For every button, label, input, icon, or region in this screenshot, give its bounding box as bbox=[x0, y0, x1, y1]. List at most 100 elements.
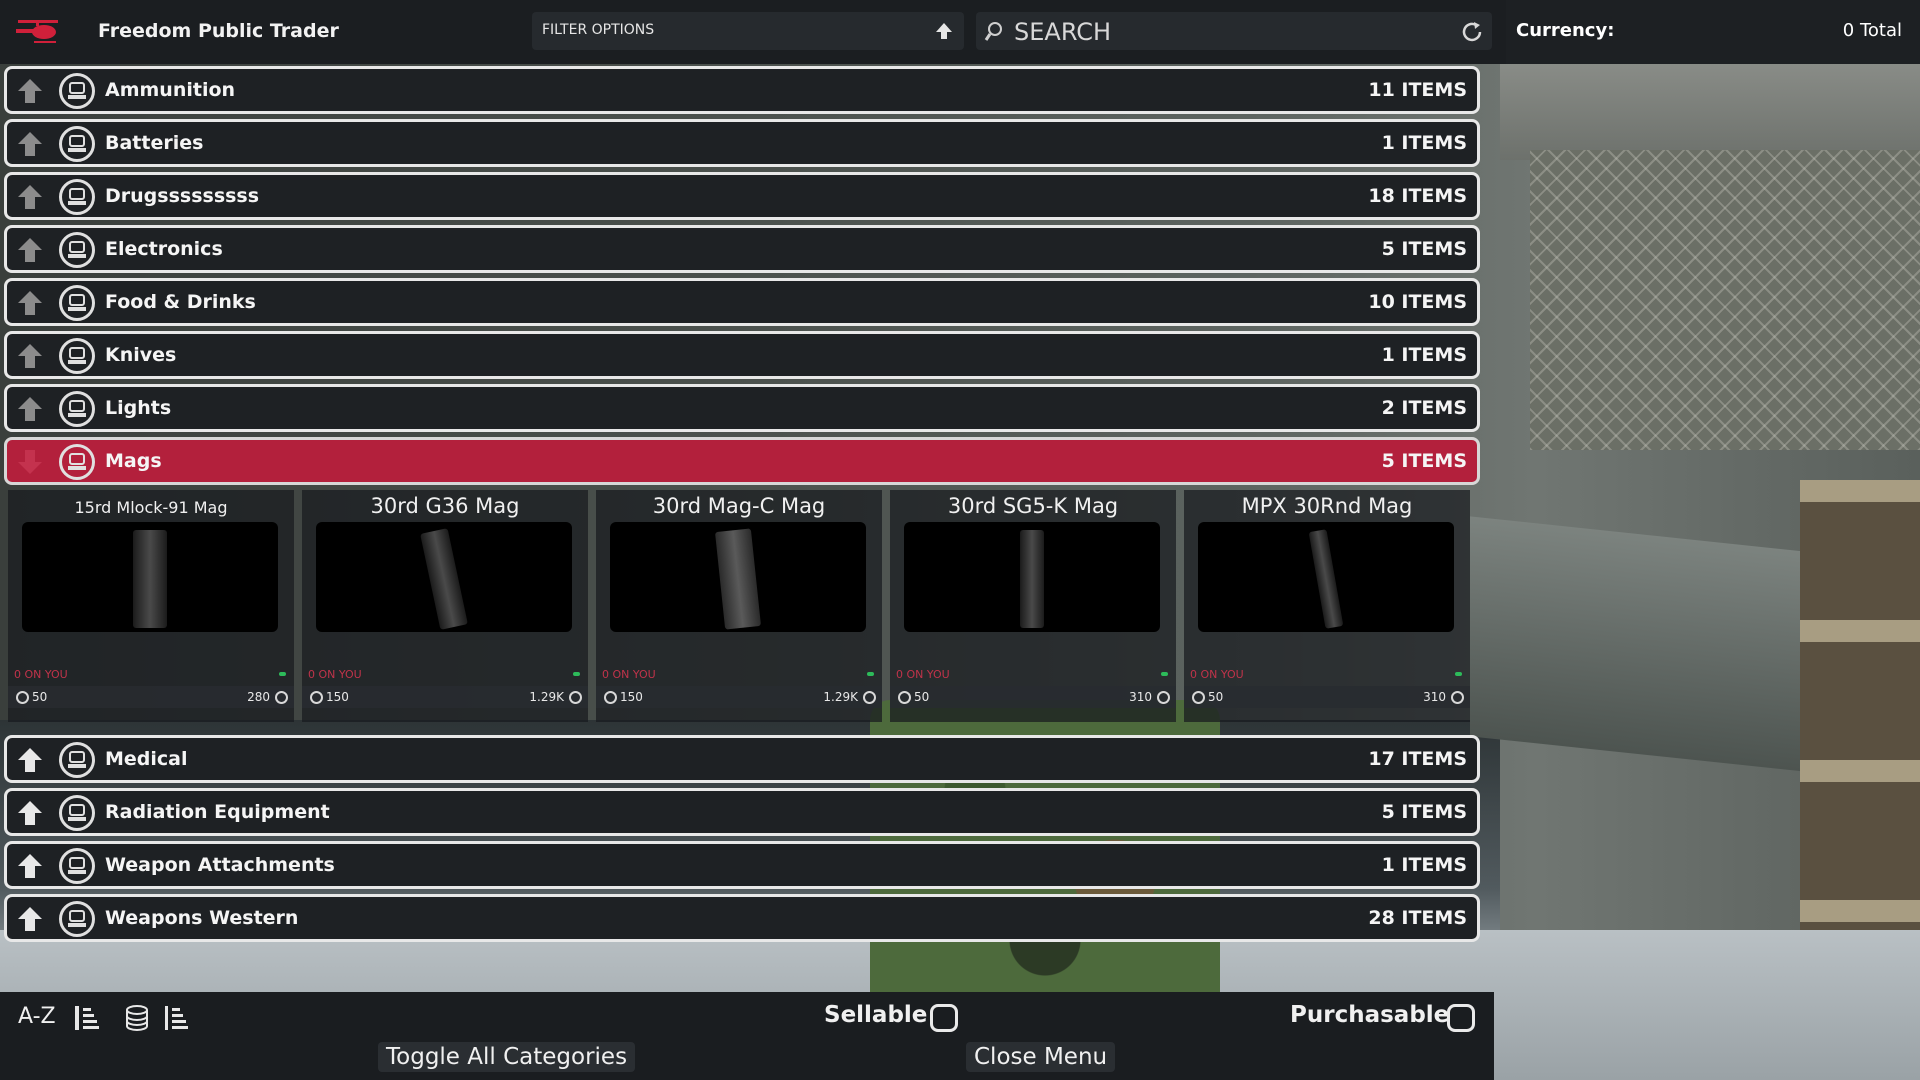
toggle-all-categories-button[interactable]: Toggle All Categories bbox=[378, 1042, 636, 1072]
arrow-down-icon[interactable] bbox=[15, 447, 45, 477]
coin-stack-icon[interactable] bbox=[124, 1004, 150, 1032]
trader-badge-icon bbox=[59, 795, 95, 831]
category-name: Weapons Western bbox=[105, 907, 299, 929]
trader-badge-icon bbox=[59, 338, 95, 374]
category-name: Drugsssssssss bbox=[105, 185, 260, 207]
sort-icon[interactable] bbox=[162, 1004, 190, 1032]
category-row-open[interactable]: Mags 5 ITEMS bbox=[4, 437, 1480, 485]
refresh-icon[interactable] bbox=[1460, 20, 1484, 44]
item-card[interactable]: 15rd Mlock-91 Mag 0 ON YOU 50 280 bbox=[8, 490, 294, 722]
item-on-you: 0 ON YOU bbox=[14, 668, 68, 681]
price-row: 50 310 bbox=[1184, 686, 1470, 708]
item-image bbox=[22, 522, 278, 632]
top-bar: Freedom Public Trader FILTER OPTIONS bbox=[0, 0, 1506, 64]
item-card[interactable]: 30rd SG5-K Mag 0 ON YOU 50 310 bbox=[890, 490, 1176, 722]
arrow-up-icon[interactable] bbox=[15, 288, 45, 318]
category-name: Radiation Equipment bbox=[105, 801, 330, 823]
arrow-up-icon[interactable] bbox=[15, 851, 45, 881]
category-count: 1 ITEMS bbox=[1381, 344, 1467, 366]
sell-price: 280 bbox=[247, 690, 270, 704]
category-name: Ammunition bbox=[105, 79, 236, 101]
category-count: 5 ITEMS bbox=[1381, 238, 1467, 260]
stock-indicator bbox=[279, 672, 286, 676]
item-card[interactable]: MPX 30Rnd Mag 0 ON YOU 50 310 bbox=[1184, 490, 1470, 722]
item-on-you: 0 ON YOU bbox=[1190, 668, 1244, 681]
category-row[interactable]: Radiation Equipment 5 ITEMS bbox=[4, 788, 1480, 836]
category-row[interactable]: Batteries 1 ITEMS bbox=[4, 119, 1480, 167]
category-name: Weapon Attachments bbox=[105, 854, 335, 876]
item-image bbox=[1198, 522, 1454, 632]
filter-options-label: FILTER OPTIONS bbox=[542, 22, 655, 38]
category-name: Batteries bbox=[105, 132, 204, 154]
trader-badge-icon bbox=[59, 285, 95, 321]
currency-panel: Currency: 0 Total bbox=[1506, 0, 1920, 64]
item-on-you: 0 ON YOU bbox=[896, 668, 950, 681]
purchasable-checkbox[interactable] bbox=[1447, 1004, 1475, 1032]
stock-indicator bbox=[573, 672, 580, 676]
category-row[interactable]: Electronics 5 ITEMS bbox=[4, 225, 1480, 273]
buy-price: 150 bbox=[620, 690, 643, 704]
item-card[interactable]: 30rd Mag-C Mag 0 ON YOU 150 1.29K bbox=[596, 490, 882, 722]
arrow-up-icon[interactable] bbox=[15, 76, 45, 106]
arrow-up-icon[interactable] bbox=[15, 129, 45, 159]
background-wall bbox=[1500, 60, 1920, 160]
arrow-up-icon[interactable] bbox=[15, 745, 45, 775]
arrow-up-icon[interactable] bbox=[15, 182, 45, 212]
sort-az-button[interactable]: A-Z bbox=[18, 1004, 56, 1029]
category-count: 5 ITEMS bbox=[1381, 801, 1467, 823]
coin-icon bbox=[569, 691, 582, 704]
category-count: 11 ITEMS bbox=[1368, 79, 1467, 101]
category-row[interactable]: Ammunition 11 ITEMS bbox=[4, 66, 1480, 114]
item-image bbox=[904, 522, 1160, 632]
search-icon bbox=[984, 22, 1002, 41]
trader-badge-icon bbox=[59, 232, 95, 268]
coin-icon bbox=[1157, 691, 1170, 704]
arrow-up-icon[interactable] bbox=[15, 798, 45, 828]
category-name: Lights bbox=[105, 397, 172, 419]
helicopter-icon bbox=[16, 20, 58, 43]
trader-badge-icon bbox=[59, 742, 95, 778]
filter-options-dropdown[interactable]: FILTER OPTIONS bbox=[532, 12, 964, 50]
trader-badge-icon bbox=[59, 73, 95, 109]
stock-indicator bbox=[1455, 672, 1462, 676]
category-row[interactable]: Knives 1 ITEMS bbox=[4, 331, 1480, 379]
buy-price: 50 bbox=[32, 690, 48, 704]
category-name: Knives bbox=[105, 344, 177, 366]
trader-badge-icon bbox=[59, 126, 95, 162]
item-on-you: 0 ON YOU bbox=[308, 668, 362, 681]
arrow-up-icon[interactable] bbox=[15, 394, 45, 424]
category-row[interactable]: Drugsssssssss 18 ITEMS bbox=[4, 172, 1480, 220]
category-count: 28 ITEMS bbox=[1368, 907, 1467, 929]
stock-indicator bbox=[1161, 672, 1168, 676]
buy-price: 150 bbox=[326, 690, 349, 704]
coin-icon bbox=[898, 691, 911, 704]
item-image bbox=[316, 522, 572, 632]
item-name: 30rd G36 Mag bbox=[370, 494, 520, 518]
close-menu-button[interactable]: Close Menu bbox=[966, 1042, 1116, 1072]
category-name: Medical bbox=[105, 748, 188, 770]
category-row[interactable]: Food & Drinks 10 ITEMS bbox=[4, 278, 1480, 326]
coin-icon bbox=[604, 691, 617, 704]
item-card[interactable]: 30rd G36 Mag 0 ON YOU 150 1.29K bbox=[302, 490, 588, 722]
arrow-up-icon[interactable] bbox=[15, 341, 45, 371]
coin-icon bbox=[1192, 691, 1205, 704]
category-count: 17 ITEMS bbox=[1368, 748, 1467, 770]
coin-icon bbox=[275, 691, 288, 704]
sellable-checkbox[interactable] bbox=[930, 1004, 958, 1032]
purchasable-label: Purchasable bbox=[1290, 1002, 1450, 1028]
arrow-up-icon[interactable] bbox=[15, 235, 45, 265]
sell-price: 310 bbox=[1423, 690, 1446, 704]
category-row[interactable]: Weapon Attachments 1 ITEMS bbox=[4, 841, 1480, 889]
category-count: 18 ITEMS bbox=[1368, 185, 1467, 207]
search-input[interactable] bbox=[1012, 16, 1436, 48]
category-row[interactable]: Medical 17 ITEMS bbox=[4, 735, 1480, 783]
sort-icon[interactable] bbox=[72, 1004, 100, 1032]
arrow-up-icon[interactable] bbox=[15, 904, 45, 934]
category-count: 2 ITEMS bbox=[1381, 397, 1467, 419]
bottom-bar: A-Z Sellable Purchasable Toggle All Cate… bbox=[0, 992, 1494, 1080]
buy-price: 50 bbox=[1208, 690, 1224, 704]
category-count: 1 ITEMS bbox=[1381, 854, 1467, 876]
item-image bbox=[610, 522, 866, 632]
category-row[interactable]: Lights 2 ITEMS bbox=[4, 384, 1480, 432]
category-row[interactable]: Weapons Western 28 ITEMS bbox=[4, 894, 1480, 942]
